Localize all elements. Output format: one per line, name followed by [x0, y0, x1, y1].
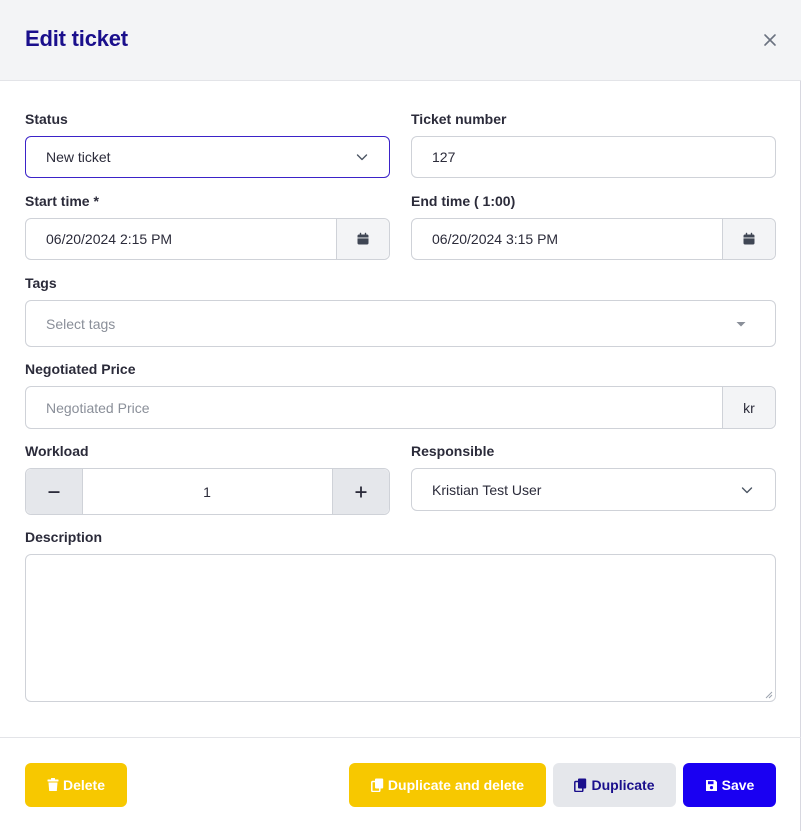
status-value: New ticket	[46, 149, 111, 165]
workload-value[interactable]: 1	[83, 469, 331, 514]
duplicate-button-label: Duplicate	[591, 777, 655, 793]
end-time-calendar-button[interactable]	[722, 219, 775, 259]
description-textarea[interactable]	[25, 554, 776, 702]
chevron-down-icon	[741, 486, 753, 493]
duplicate-and-delete-button[interactable]: Duplicate and delete	[349, 763, 546, 807]
duplicate-button[interactable]: Duplicate	[553, 763, 676, 807]
negotiated-price-placeholder: Negotiated Price	[46, 399, 150, 416]
ticket-number-value: 127	[432, 149, 456, 165]
duplicate-and-delete-button-label: Duplicate and delete	[387, 777, 525, 793]
tags-label: Tags	[25, 275, 57, 291]
delete-button[interactable]: Delete	[25, 763, 127, 807]
chevron-down-icon	[356, 154, 368, 161]
end-time-value: 06/20/2024 3:15 PM	[432, 231, 559, 247]
minus-icon	[48, 490, 60, 493]
save-button[interactable]: Save	[683, 763, 776, 807]
delete-button-label: Delete	[62, 777, 106, 793]
trash-icon	[47, 778, 59, 791]
floppy-disk-icon	[705, 779, 717, 791]
end-time-input[interactable]: 06/20/2024 3:15 PM	[411, 218, 776, 260]
modal-header: Edit ticket	[0, 0, 801, 81]
copy-icon	[370, 778, 384, 792]
workload-label: Workload	[25, 443, 89, 459]
start-time-input[interactable]: 06/20/2024 2:15 PM	[25, 218, 390, 260]
tags-placeholder: Select tags	[46, 315, 116, 332]
ticket-number-input[interactable]: 127	[411, 136, 776, 178]
workload-decrement-button[interactable]	[26, 469, 83, 514]
currency-addon: kr	[722, 387, 775, 428]
calendar-icon	[357, 232, 369, 245]
start-time-value: 06/20/2024 2:15 PM	[46, 231, 173, 247]
modal-title: Edit ticket	[25, 26, 128, 51]
responsible-label: Responsible	[411, 443, 495, 459]
negotiated-price-input[interactable]: Negotiated Price kr	[25, 386, 776, 429]
workload-increment-button[interactable]	[332, 469, 389, 514]
save-button-label: Save	[721, 777, 755, 793]
plus-icon	[355, 486, 367, 497]
responsible-value: Kristian Test User	[432, 481, 542, 498]
start-time-label: Start time *	[25, 193, 99, 209]
workload-stepper: 1	[25, 468, 390, 515]
close-button[interactable]	[760, 30, 780, 50]
close-icon	[764, 34, 776, 46]
status-label: Status	[25, 111, 68, 127]
negotiated-price-label: Negotiated Price	[25, 361, 136, 377]
tags-select[interactable]: Select tags	[25, 300, 776, 347]
ticket-number-label: Ticket number	[411, 111, 507, 127]
caret-down-icon	[736, 321, 746, 326]
copy-icon	[574, 778, 587, 792]
start-time-calendar-button[interactable]	[336, 219, 389, 259]
end-time-label: End time ( 1:00)	[411, 193, 516, 209]
calendar-icon	[743, 232, 755, 245]
status-select[interactable]: New ticket	[25, 136, 390, 178]
edit-ticket-modal: Edit ticket Status New ticket Ticket num…	[0, 0, 801, 831]
resize-grip-icon[interactable]	[765, 691, 773, 699]
description-label: Description	[25, 529, 103, 545]
responsible-select[interactable]: Kristian Test User	[411, 468, 776, 511]
footer-divider	[0, 737, 801, 738]
